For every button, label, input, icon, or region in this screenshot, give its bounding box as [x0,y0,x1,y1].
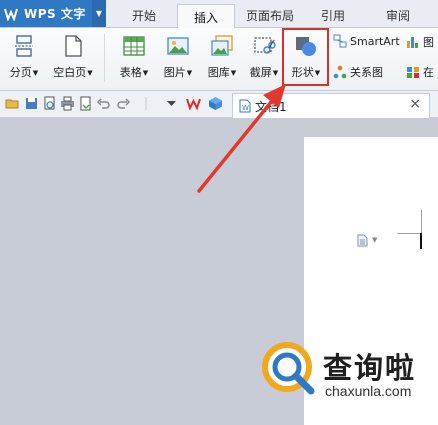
chevron-down-icon: ▼ [87,69,93,77]
paragraph-layout-icon[interactable] [357,234,368,247]
chevron-down-icon: ▼ [186,69,193,77]
page-break-button[interactable]: 分页▼ [6,32,42,84]
document-tab[interactable]: W 文档1 × [232,93,430,118]
scissors-icon [254,37,276,54]
chevron-down-icon: ▼ [230,69,237,77]
picture-label: 图片 [163,66,186,79]
bar-chart-icon [407,37,418,48]
online-label: 在 [423,66,434,79]
document-tab-title: 文档1 [255,99,287,114]
tab-page-layout[interactable]: 页面布局 [239,4,301,27]
screenshot-button[interactable]: 截屏▼ [245,32,283,84]
title-tab-bar: WPS 文字 ▼ 开始 插入 页面布局 引用 审阅 [0,0,438,29]
document-icon: W [239,99,251,113]
margin-corner-mark [421,210,422,234]
chart-label: 图 [423,36,434,49]
online-button[interactable]: 在 [406,64,434,80]
relation-diagram-label: 关系图 [350,66,383,79]
save-icon[interactable] [24,96,39,111]
online-icon [407,67,419,78]
relation-diagram-icon [333,65,347,79]
smartart-button[interactable]: SmartArt [333,34,400,48]
undo-icon[interactable] [96,96,111,111]
screenshot-label: 截屏 [249,66,272,79]
export-pdf-icon[interactable] [78,96,93,111]
tab-home[interactable]: 开始 [118,4,170,27]
blank-page-label: 空白页 [53,66,87,79]
insert-ribbon: 分页▼ 空白页▼ 表格▼ 图片▼ 图库▼ 截屏▼ 形状▼ SmartArt 图 … [0,28,438,91]
app-menu-button[interactable]: WPS 文字 ▼ [0,0,106,27]
picture-button[interactable]: 图片▼ [158,32,198,84]
relation-diagram-button[interactable]: 关系图 [333,64,383,80]
print-preview-icon[interactable] [42,96,57,111]
open-folder-icon[interactable] [5,96,20,111]
shape-highlight-box [282,28,329,86]
page-break-icon [15,35,33,57]
page-break-label: 分页 [9,66,32,79]
watermark-domain: chaxunla.com [325,383,412,399]
cube-icon[interactable] [208,96,223,111]
picture-icon [167,37,189,55]
separator-icon [145,97,147,110]
watermark: 查询啦 chaxunla.com [261,341,438,411]
tab-insert[interactable]: 插入 [177,4,235,29]
smartart-label: SmartArt [350,34,400,48]
ribbon-divider [104,34,105,82]
search-logo-icon [262,342,315,395]
chevron-down-icon: ▼ [142,69,149,77]
text-cursor [420,233,422,249]
chevron-down-icon[interactable]: ▼ [372,236,377,244]
blank-page-icon [65,35,82,57]
gallery-button[interactable]: 图库▼ [202,32,242,84]
tab-references[interactable]: 引用 [311,4,355,27]
tab-review[interactable]: 审阅 [370,4,426,27]
close-icon[interactable]: × [409,96,421,112]
smartart-icon [333,34,347,48]
wps-logo-icon [4,7,18,21]
svg-text:W: W [242,104,249,112]
app-name: WPS 文字 [24,7,86,21]
customize-dropdown-icon[interactable] [164,96,179,111]
margin-corner-mark [397,233,422,234]
table-button[interactable]: 表格▼ [114,32,154,84]
gallery-icon [211,35,233,56]
blank-page-button[interactable]: 空白页▼ [50,32,96,84]
table-label: 表格 [119,66,142,79]
chart-button[interactable]: 图 [406,34,434,50]
quick-access-toolbar: W 文档1 × [0,91,438,118]
gallery-label: 图库 [207,66,230,79]
redo-icon[interactable] [116,96,131,111]
wps-cloud-icon[interactable] [186,96,201,111]
chevron-down-icon: ▼ [272,69,279,77]
app-menu-dropdown-icon[interactable]: ▼ [92,0,106,27]
watermark-title: 查询啦 [323,351,417,385]
print-icon[interactable] [60,96,75,111]
table-icon [123,36,145,56]
chevron-down-icon: ▼ [32,69,39,77]
